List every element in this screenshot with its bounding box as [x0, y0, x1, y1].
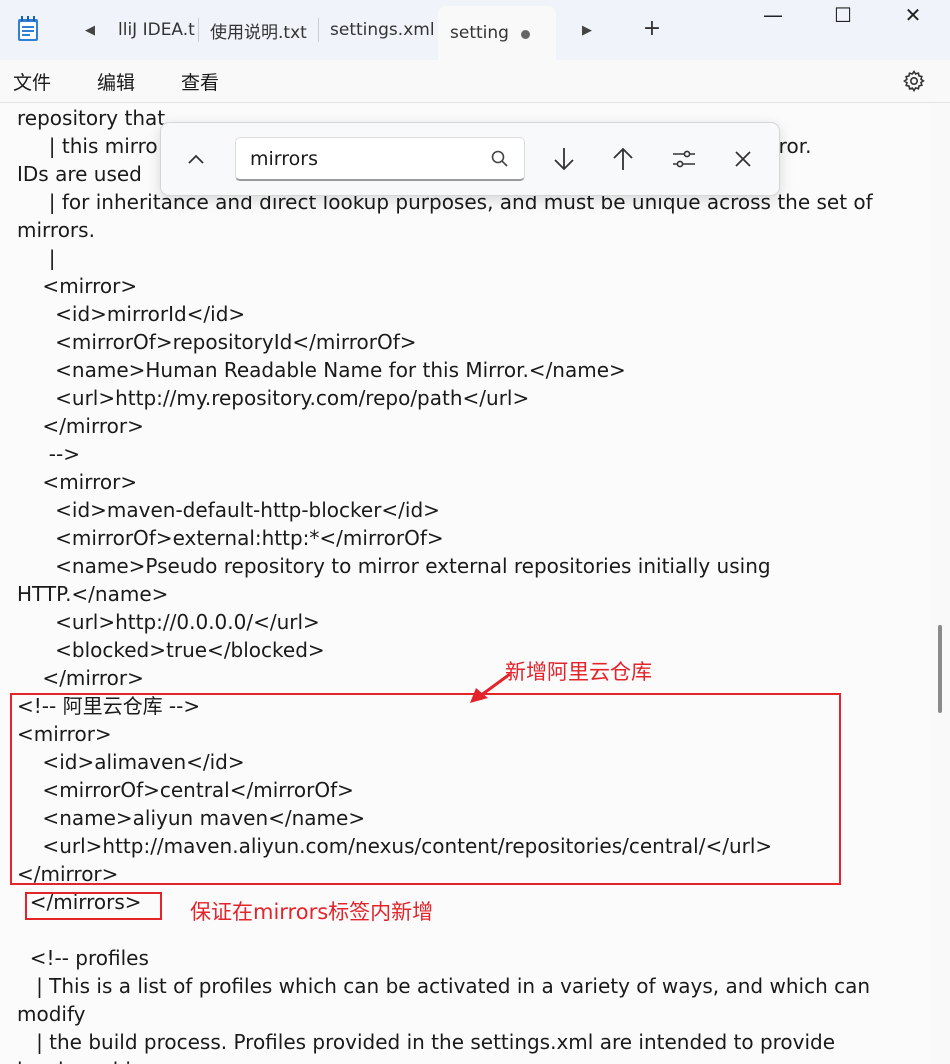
search-input[interactable]: [250, 146, 480, 172]
editor-line: |: [17, 246, 56, 270]
editor-line: <!-- profiles: [17, 946, 149, 970]
minimize-button[interactable]: —: [750, 0, 796, 30]
editor-line: </mirror>: [17, 666, 144, 690]
editor-line: local machine-: [17, 1056, 163, 1064]
tab-idea[interactable]: lliJ IDEA.t: [112, 10, 196, 50]
title-bar: ◀ lliJ IDEA.t 使用说明.txt settings.xml sett…: [0, 0, 950, 60]
tab-scroll-left-icon[interactable]: ◀: [78, 18, 102, 42]
highlight-box-aliyun-mirror: [10, 693, 841, 885]
editor-line: <mirror>: [17, 274, 138, 298]
editor-line: repository that: [17, 106, 166, 130]
menu-view[interactable]: 查看: [181, 66, 219, 96]
editor-line: <id>maven-default-http-blocker</id>: [17, 498, 440, 522]
editor-line: <mirrorOf>repositoryId</mirrorOf>: [17, 330, 417, 354]
close-window-button[interactable]: ✕: [890, 0, 936, 30]
options-icon[interactable]: [669, 144, 699, 174]
close-icon[interactable]: [728, 144, 758, 174]
annotation-inside-mirrors-tag: 保证在mirrors标签内新增: [190, 900, 434, 924]
highlight-box-mirrors-close-tag: [25, 892, 162, 920]
vertical-scrollbar[interactable]: [938, 625, 942, 713]
menu-edit[interactable]: 编辑: [97, 66, 135, 96]
arrow-up-icon[interactable]: [608, 144, 638, 174]
tab-scroll-right-icon[interactable]: ▶: [575, 18, 599, 42]
editor-line: <blocked>true</blocked>: [17, 638, 325, 662]
notepad-icon: [18, 16, 38, 41]
tab-settings-xml[interactable]: settings.xml: [324, 10, 436, 50]
tab-label: setting: [450, 23, 509, 43]
editor-line: <name>Pseudo repository to mirror extern…: [17, 554, 771, 578]
menu-file[interactable]: 文件: [13, 66, 51, 96]
editor-line: <mirrorOf>external:http:*</mirrorOf>: [17, 526, 444, 550]
editor-line: </mirror>: [17, 414, 144, 438]
chevron-up-icon[interactable]: [181, 144, 211, 174]
unsaved-dot-icon[interactable]: [521, 30, 530, 39]
tab-label: 使用说明.txt: [210, 22, 307, 43]
editor-line: <url>http://0.0.0.0/</url>: [17, 610, 320, 634]
tab-separator: [318, 18, 319, 42]
tab-usage-txt[interactable]: 使用说明.txt: [204, 10, 316, 50]
editor-line: <mirror>: [17, 470, 138, 494]
editor-line: modify: [17, 1002, 86, 1026]
tab-settings-active[interactable]: setting: [438, 6, 556, 60]
editor-line: | This is a list of profiles which can b…: [17, 974, 871, 998]
search-field[interactable]: [235, 137, 525, 181]
editor-line: | the build process. Profiles provided i…: [17, 1030, 836, 1054]
annotation-add-aliyun-repo: 新增阿里云仓库: [505, 660, 652, 684]
gear-icon[interactable]: [902, 69, 926, 93]
editor-line: <url>http://my.repository.com/repo/path<…: [17, 386, 530, 410]
tab-label: lliJ IDEA.t: [118, 20, 195, 40]
maximize-button[interactable]: ☐: [820, 0, 866, 30]
menu-bar: 文件 编辑 查看: [0, 60, 950, 103]
editor-line: <id>mirrorId</id>: [17, 302, 246, 326]
tab-label: settings.xml: [330, 20, 435, 40]
find-bar: [160, 122, 780, 196]
editor-line: mirrors.: [17, 218, 95, 242]
new-tab-icon[interactable]: +: [640, 16, 664, 41]
editor-line: -->: [17, 442, 80, 466]
editor-line: IDs are used: [17, 162, 142, 186]
tab-separator: [198, 18, 199, 42]
search-icon[interactable]: [490, 149, 510, 169]
editor-line: <name>Human Readable Name for this Mirro…: [17, 358, 626, 382]
editor-line: HTTP.</name>: [17, 582, 169, 606]
arrow-down-icon[interactable]: [549, 144, 579, 174]
